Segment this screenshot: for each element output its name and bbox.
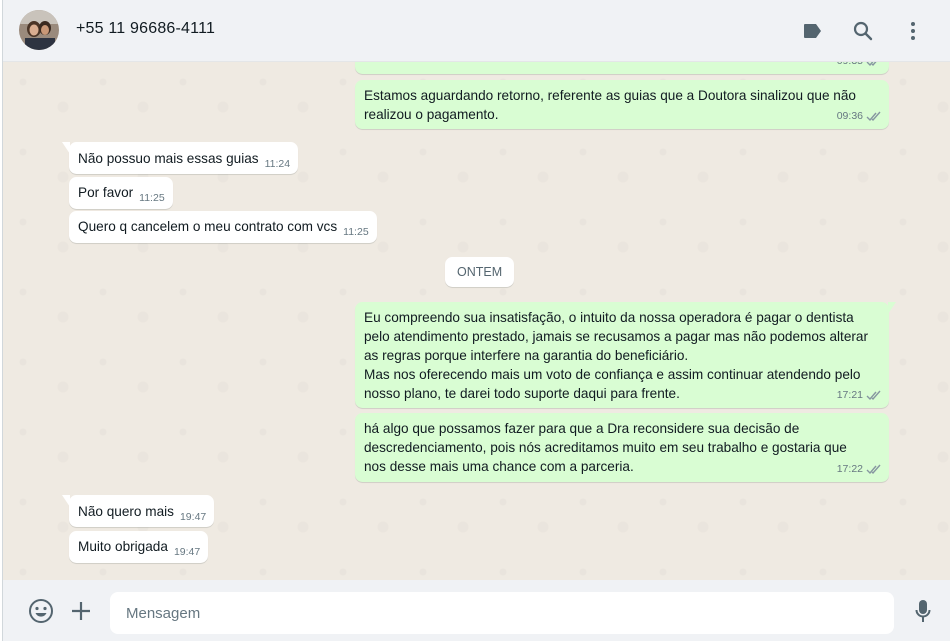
message-text: Não quero mais <box>78 504 174 519</box>
message-bubble-outgoing[interactable]: 09:35 <box>355 62 889 74</box>
message-text: Muito obrigada <box>78 539 168 554</box>
double-check-icon <box>866 62 877 67</box>
message-time: 09:36 <box>836 110 863 122</box>
contact-name[interactable]: +55 11 96686-4111 <box>76 20 215 38</box>
message-time: 19:47 <box>173 546 201 558</box>
message-bubble-incoming[interactable]: Não quero mais 19:47 <box>61 495 215 527</box>
message-bubble-outgoing[interactable]: Eu compreendo sua insatisfação, o intuit… <box>355 302 896 408</box>
message-text: Não possuo mais essas guias <box>78 151 259 166</box>
message-text: Eu compreendo sua insatisfação, o intuit… <box>364 310 869 401</box>
message-bubble-incoming[interactable]: Quero q cancelem o meu contrato com vcs 1… <box>69 211 377 243</box>
message-bubble-outgoing[interactable]: Estamos aguardando retorno, referente as… <box>355 80 889 129</box>
microphone-icon[interactable] <box>909 597 937 625</box>
double-check-icon <box>866 390 881 401</box>
date-divider: ONTEM <box>445 257 515 287</box>
message-bubble-incoming[interactable]: Por favor 11:25 <box>69 177 173 209</box>
message-text: Estamos aguardando retorno, referente as… <box>364 88 860 122</box>
label-icon[interactable] <box>788 16 838 46</box>
message-time: 11:25 <box>139 192 165 204</box>
double-check-icon <box>866 111 881 122</box>
whatsapp-window: +55 11 96686-4111 09:35 Estamos aguardan… <box>2 0 950 641</box>
chat-header: +55 11 96686-4111 <box>3 0 950 62</box>
message-list[interactable]: 09:35 Estamos aguardando retorno, refere… <box>3 62 950 580</box>
message-bubble-incoming[interactable]: Muito obrigada 19:47 <box>69 531 209 563</box>
plus-icon[interactable] <box>67 597 95 625</box>
message-input[interactable] <box>110 592 894 634</box>
composer-bar <box>3 580 950 641</box>
message-text: há algo que possamos fazer para que a Dr… <box>364 421 851 474</box>
search-icon[interactable] <box>838 16 888 46</box>
menu-icon[interactable] <box>888 16 938 46</box>
message-time: 17:21 <box>836 389 863 401</box>
emoji-icon[interactable] <box>27 597 55 625</box>
message-time: 09:35 <box>837 62 863 71</box>
message-text: Por favor <box>78 185 134 200</box>
avatar[interactable] <box>19 10 59 50</box>
message-bubble-incoming[interactable]: Não possuo mais essas guias 11:24 <box>61 142 299 174</box>
message-time: 11:25 <box>343 226 369 238</box>
header-actions <box>788 16 938 46</box>
message-text: Quero q cancelem o meu contrato com vcs <box>78 219 338 234</box>
message-bubble-outgoing[interactable]: há algo que possamos fazer para que a Dr… <box>355 413 889 482</box>
message-time: 11:24 <box>264 158 291 170</box>
double-check-icon <box>866 464 881 475</box>
message-time: 17:22 <box>836 463 863 475</box>
message-time: 19:47 <box>179 511 207 523</box>
